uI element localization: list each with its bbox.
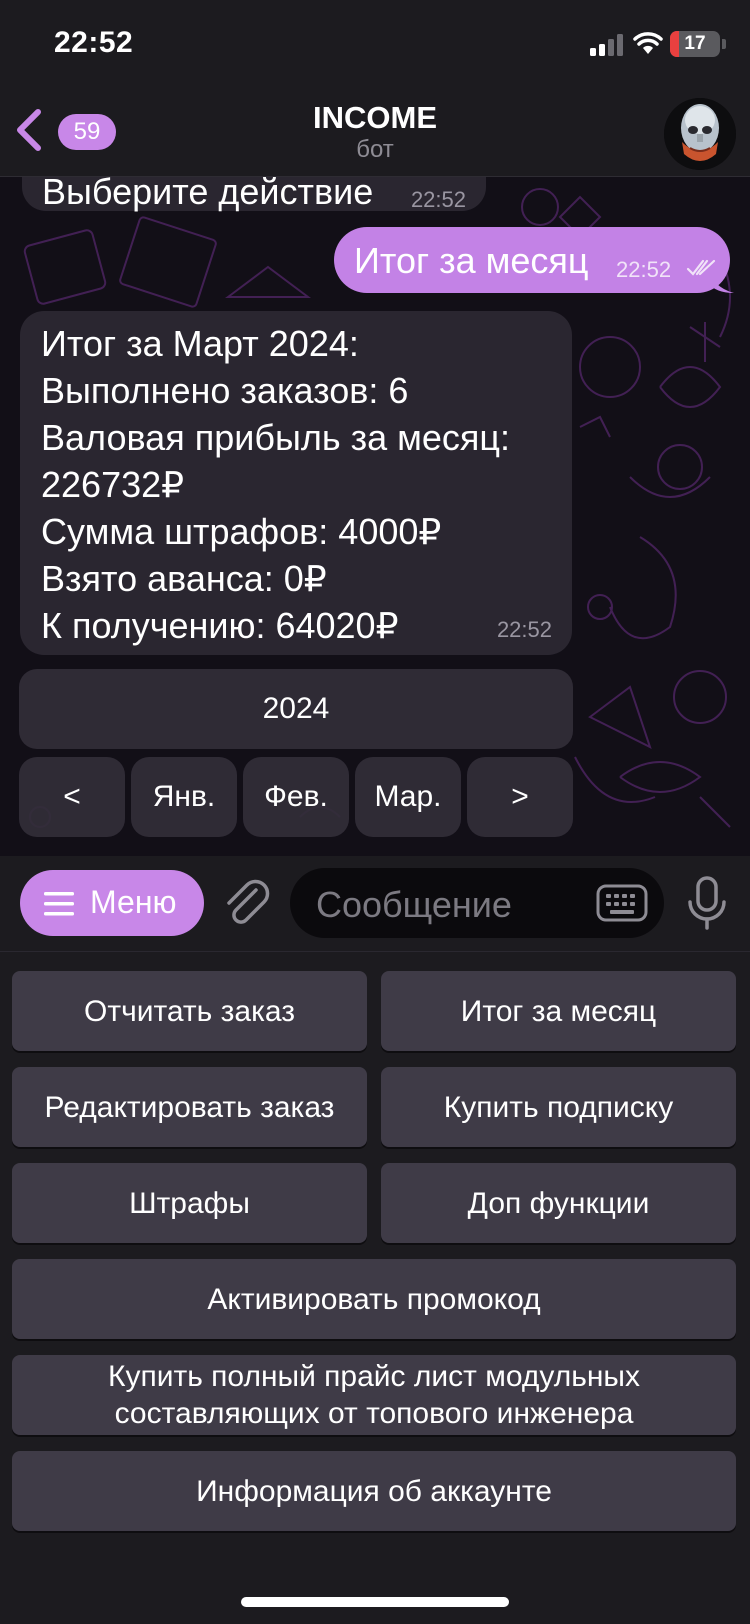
bubble-tail: [708, 267, 734, 293]
message-time: 22:52: [496, 617, 552, 642]
attach-icon[interactable]: [222, 876, 270, 930]
inline-button-jan[interactable]: Янв.: [131, 757, 237, 837]
report-line: Итог за Март 2024:: [41, 323, 359, 364]
inline-button-feb[interactable]: Фев.: [243, 757, 349, 837]
keyboard-icon[interactable]: [596, 884, 648, 922]
fines-button[interactable]: Штрафы: [12, 1163, 367, 1243]
reply-keyboard: Отчитать заказ Итог за месяц Редактирова…: [0, 952, 750, 1624]
back-chevron-icon: [17, 109, 41, 151]
report-line: Валовая прибыль за месяц:: [41, 417, 511, 458]
signal-icon: [590, 34, 623, 56]
chat-area[interactable]: Выберите действие 22:52 Итог за месяц 22…: [0, 177, 750, 856]
message-time: 22:52: [410, 187, 466, 212]
inline-button-next[interactable]: >: [467, 757, 573, 837]
mic-icon[interactable]: [686, 876, 728, 932]
inline-button-year[interactable]: 2024: [19, 669, 573, 749]
buy-subscription-button[interactable]: Купить подписку: [381, 1067, 736, 1147]
home-indicator[interactable]: [241, 1597, 509, 1607]
wifi-icon: [633, 32, 663, 54]
report-line: Взято аванса: 0₽: [41, 558, 327, 599]
report-line: 226732₽: [41, 464, 185, 505]
report-line: Выполнено заказов: 6: [41, 370, 409, 411]
message-placeholder: Сообщение: [316, 884, 512, 925]
previous-message: Выберите действие 22:52: [22, 177, 486, 212]
battery-percent: 17: [684, 33, 706, 54]
chat-header: 59 INCOME бот: [0, 90, 750, 177]
menu-icon: [44, 892, 74, 916]
message-text: Итог за месяц: [354, 240, 589, 281]
report-line: Сумма штрафов: 4000₽: [41, 511, 442, 552]
message-time: 22:52: [616, 257, 672, 282]
status-bar: 22:52 17: [0, 0, 750, 90]
back-button[interactable]: 59: [12, 106, 116, 156]
account-info-button[interactable]: Информация об аккаунте: [12, 1451, 736, 1531]
edit-order-button[interactable]: Редактировать заказ: [12, 1067, 367, 1147]
report-line: К получению: 64020₽: [41, 605, 399, 646]
menu-button[interactable]: Меню: [20, 870, 204, 936]
month-total-button[interactable]: Итог за месяц: [381, 971, 736, 1051]
buy-price-list-button[interactable]: Купить полный прайс лист модульных соста…: [12, 1355, 736, 1435]
inline-button-prev[interactable]: <: [19, 757, 125, 837]
message-input[interactable]: Сообщение: [290, 868, 664, 938]
activate-promo-button[interactable]: Активировать промокод: [12, 1259, 736, 1339]
message-text: Выберите действие: [42, 177, 374, 212]
unread-badge: 59: [58, 114, 116, 150]
input-bar: Меню Сообщение: [0, 856, 750, 952]
inline-button-mar[interactable]: Мар.: [355, 757, 461, 837]
status-time: 22:52: [54, 26, 134, 59]
outgoing-message: Итог за месяц 22:52: [334, 227, 730, 293]
extra-functions-button[interactable]: Доп функции: [381, 1163, 736, 1243]
menu-label: Меню: [90, 884, 177, 920]
report-order-button[interactable]: Отчитать заказ: [12, 971, 367, 1051]
report-message: Итог за Март 2024: Выполнено заказов: 6 …: [20, 311, 572, 655]
chat-subtitle: бот: [356, 136, 394, 163]
avatar[interactable]: [664, 98, 736, 170]
battery-icon: 17: [670, 31, 728, 57]
avatar-image: [664, 98, 736, 170]
chat-title[interactable]: INCOME: [175, 100, 575, 136]
